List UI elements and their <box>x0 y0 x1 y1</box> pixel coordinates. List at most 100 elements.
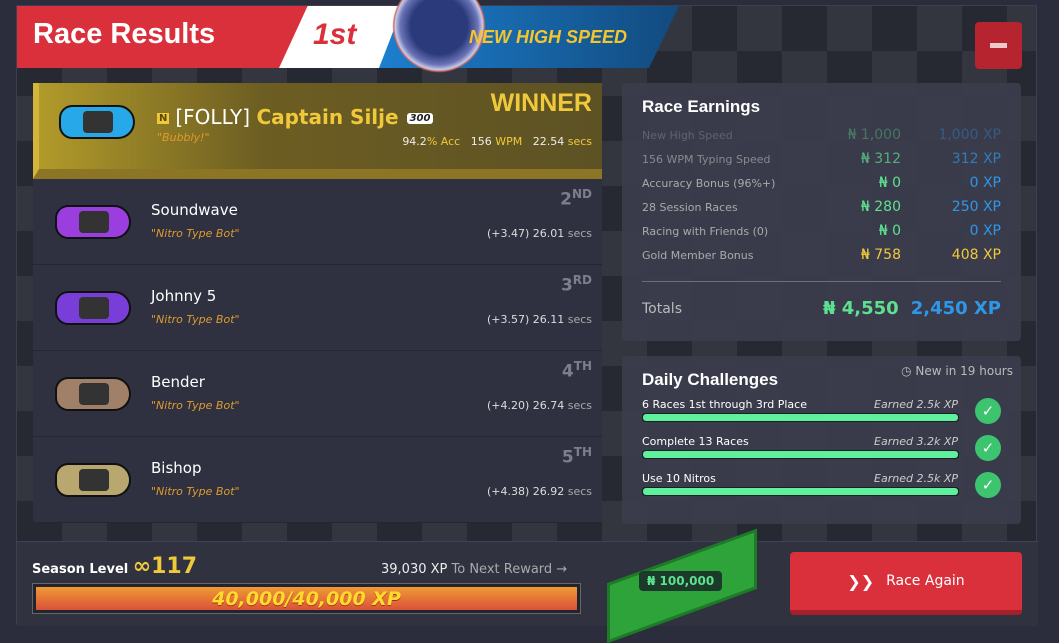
racer-time: (+3.57) 26.11 secs <box>487 313 592 326</box>
accuracy-label: % Acc <box>426 135 461 148</box>
refresh-timer: ◷ New in 19 hours <box>901 364 1013 378</box>
challenge-progress-bar <box>642 450 959 459</box>
earnings-xp: 250 XP <box>951 199 1001 215</box>
race-earnings-card: Race Earnings New High Speed ₦ 1,000 1,0… <box>622 83 1021 341</box>
racer-quote: "Nitro Type Bot" <box>151 485 240 498</box>
race-results-panel: Race Results 1st NEW HIGH SPEED N [FOLLY]… <box>16 0 1038 643</box>
challenge-item: Complete 13 Races Earned 3.2k XP ✓ <box>642 435 1001 464</box>
racer-time: (+4.38) 26.92 secs <box>487 485 592 498</box>
earnings-row: Gold Member Bonus ₦ 758 408 XP <box>642 243 1001 267</box>
team-tag: [FOLLY] <box>175 105 251 129</box>
winner-name: N [FOLLY] Captain Silje 300 <box>157 105 434 129</box>
wpm-label: WPM <box>495 135 523 148</box>
next-reward-link[interactable]: 39,030 XP To Next Reward → <box>381 562 567 577</box>
place-number: 5 <box>561 447 574 468</box>
check-icon: ✓ <box>975 435 1001 461</box>
place-suffix: TH <box>573 445 592 459</box>
place-number: 4 <box>561 361 574 382</box>
time-value: 22.54 <box>532 135 565 148</box>
results-list: N [FOLLY] Captain Silje 300 "Bubbly!" WINN… <box>33 83 602 523</box>
season-progress-fill: 40,000/40,000 XP <box>36 587 577 610</box>
earnings-label: Racing with Friends (0) <box>642 224 769 238</box>
challenge-earned: Earned 2.5k XP <box>874 398 958 411</box>
cash-reward: ₦ 100,000 <box>597 528 772 643</box>
earnings-xp: 0 XP <box>969 175 1001 191</box>
racer-quote: "Nitro Type Bot" <box>151 227 240 240</box>
racer-row: Johnny 5 "Nitro Type Bot" 3RD (+3.57) 26… <box>33 265 602 351</box>
earnings-xp: 408 XP <box>951 247 1001 263</box>
challenge-progress-bar <box>642 413 959 422</box>
earnings-xp: 1,000 XP <box>938 127 1001 143</box>
minimize-button[interactable] <box>975 22 1022 69</box>
racer-place: 4TH <box>562 359 592 382</box>
racer-name: Bishop <box>151 459 202 477</box>
challenge-progress-fill <box>643 488 958 495</box>
challenge-progress-fill <box>643 451 958 458</box>
earnings-label: Accuracy Bonus (96%+) <box>642 176 776 190</box>
place-number: 3 <box>560 275 573 296</box>
new-high-speed-banner: NEW HIGH SPEED <box>469 27 628 47</box>
header: Race Results 1st NEW HIGH SPEED <box>17 0 679 76</box>
check-icon: ✓ <box>975 472 1001 498</box>
earnings-label: Gold Member Bonus <box>642 248 754 262</box>
clock-icon: ◷ <box>901 364 916 378</box>
refresh-text: New in 19 hours <box>915 364 1013 378</box>
place-suffix: RD <box>572 273 592 287</box>
earnings-row: 28 Session Races ₦ 280 250 XP <box>642 195 1001 219</box>
car-icon <box>55 205 131 239</box>
place-suffix: TH <box>573 359 592 373</box>
earnings-nitro: ₦ 312 <box>860 151 901 167</box>
time-value: (+4.38) 26.92 <box>486 485 565 498</box>
double-chevron-icon: ❯❯ <box>847 571 875 591</box>
earnings-nitro: ₦ 0 <box>878 175 901 191</box>
car-icon <box>59 105 135 139</box>
time-unit: secs <box>567 485 592 498</box>
racer-row: Bishop "Nitro Type Bot" 5TH (+4.38) 26.9… <box>33 437 602 523</box>
earnings-nitro: ₦ 758 <box>860 247 901 263</box>
earnings-label: 28 Session Races <box>642 200 738 214</box>
time-unit: secs <box>567 227 592 240</box>
racer-row: Soundwave "Nitro Type Bot" 2ND (+3.47) 2… <box>33 179 602 265</box>
season-label: Season Level <box>32 562 129 577</box>
wpm-value: 156 <box>470 135 492 148</box>
time-unit: secs <box>567 399 592 412</box>
next-reward-xp: 39,030 XP <box>381 562 448 577</box>
earnings-xp: 0 XP <box>969 223 1001 239</box>
reward-amount: ₦ 100,000 <box>639 571 723 591</box>
winner-row: N [FOLLY] Captain Silje 300 "Bubbly!" WINN… <box>33 83 602 179</box>
finish-place: 1st <box>313 18 357 51</box>
racer-name: Bender <box>151 373 205 391</box>
earnings-title: Race Earnings <box>642 97 761 116</box>
season-bar: Season Level ∞117 39,030 XP To Next Rewa… <box>17 528 1038 643</box>
race-again-button[interactable]: ❯❯ Race Again <box>790 552 1022 615</box>
level-badge: 300 <box>406 113 434 124</box>
next-reward-label: To Next Reward → <box>451 562 568 577</box>
divider <box>642 281 1001 282</box>
challenge-item: Use 10 Nitros Earned 2.5k XP ✓ <box>642 472 1001 501</box>
time-unit: secs <box>567 313 592 326</box>
earnings-label: New High Speed <box>642 128 733 142</box>
check-icon: ✓ <box>975 398 1001 424</box>
season-level: Season Level ∞117 <box>32 554 197 579</box>
totals-label: Totals <box>642 300 682 317</box>
challenge-progress-bar <box>642 487 959 496</box>
earnings-nitro: ₦ 1,000 <box>847 127 901 143</box>
player-quote: "Bubbly!" <box>157 131 210 144</box>
race-again-label: Race Again <box>886 573 965 589</box>
nitro-badge-icon: N <box>157 113 170 124</box>
racer-name: Johnny 5 <box>151 287 217 305</box>
time-label: secs <box>567 135 592 148</box>
racer-name: Soundwave <box>151 201 238 219</box>
earnings-row: 156 WPM Typing Speed ₦ 312 312 XP <box>642 147 1001 171</box>
time-value: (+3.47) 26.01 <box>486 227 565 240</box>
car-icon <box>55 377 131 411</box>
racer-place: 2ND <box>560 187 592 210</box>
racer-place: 3RD <box>561 273 592 296</box>
earnings-row: Accuracy Bonus (96%+) ₦ 0 0 XP <box>642 171 1001 195</box>
season-level-value: ∞117 <box>132 554 198 579</box>
winner-stats: 94.2% Acc 156 WPM 22.54 secs <box>402 135 592 148</box>
time-value: (+4.20) 26.74 <box>486 399 565 412</box>
winner-label: WINNER <box>490 89 592 117</box>
earnings-row: New High Speed ₦ 1,000 1,000 XP <box>642 123 1001 147</box>
minus-icon <box>990 43 1007 48</box>
